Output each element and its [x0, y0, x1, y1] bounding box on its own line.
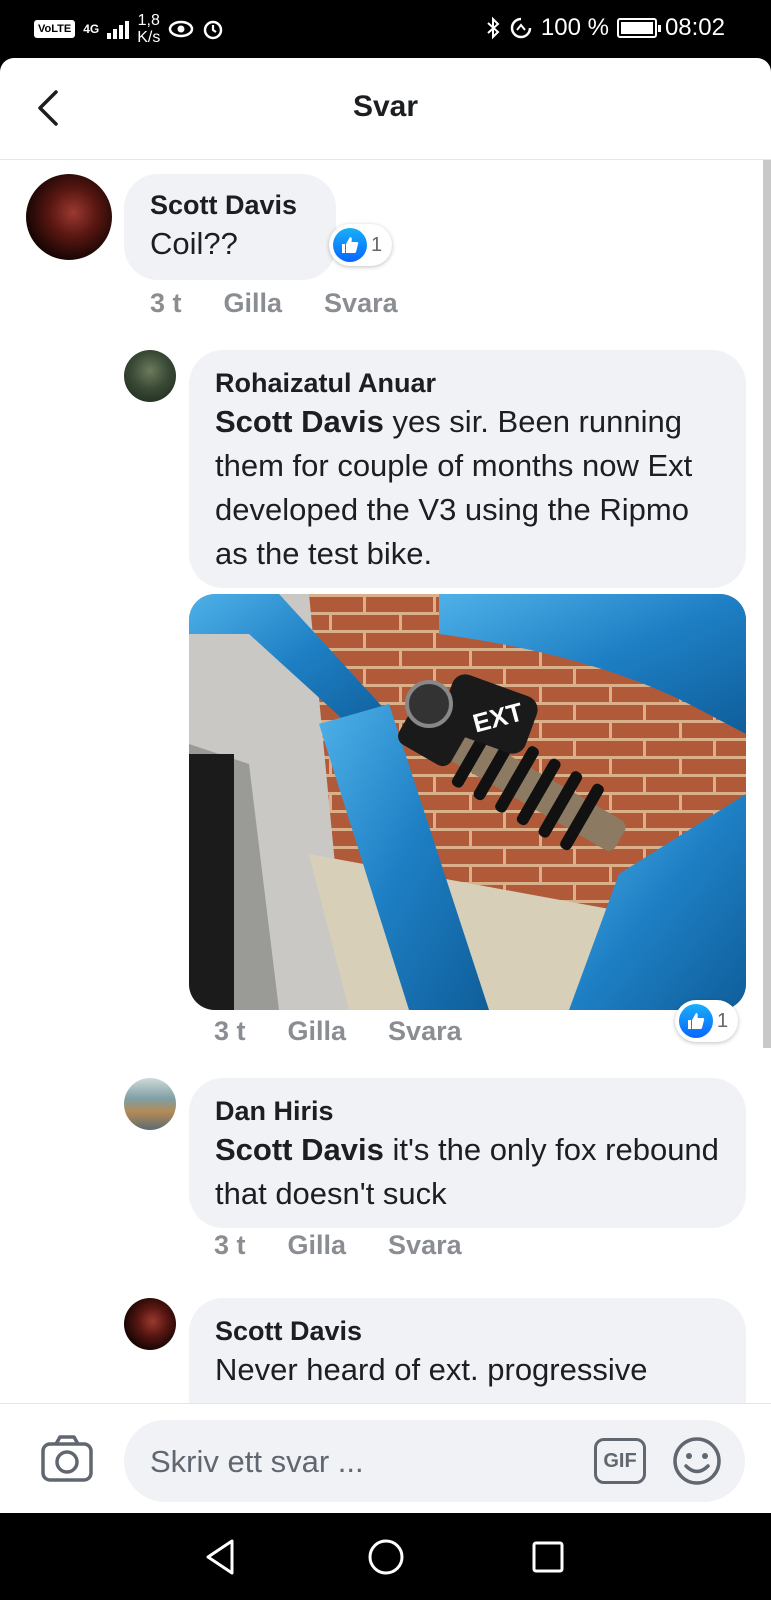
nav-back-icon[interactable]: [200, 1535, 244, 1579]
comment-actions: 3 t Gilla Svara: [150, 288, 398, 319]
speed-value: 1,8: [137, 12, 160, 29]
comment-author[interactable]: Dan Hiris: [215, 1094, 720, 1128]
reply-button[interactable]: Svara: [324, 288, 398, 319]
like-button[interactable]: Gilla: [288, 1230, 347, 1261]
smiley-icon[interactable]: [672, 1436, 722, 1486]
mention-link[interactable]: Scott Davis: [215, 1132, 384, 1167]
mention-link[interactable]: Scott Davis: [215, 404, 384, 439]
reply-button[interactable]: Svara: [388, 1016, 462, 1047]
comment-author[interactable]: Scott Davis: [150, 188, 310, 222]
alarm-icon: [204, 20, 223, 40]
reply-composer: GIF: [0, 1403, 771, 1513]
bike-shock-image: EXT: [189, 594, 746, 1010]
avatar[interactable]: [124, 350, 176, 402]
comment-actions: 3 t Gilla Svara: [214, 1230, 462, 1261]
comment-photo[interactable]: EXT: [189, 594, 746, 1010]
status-bar: VoLTE 4G 1,8 K/s 100 % 08:02: [0, 0, 771, 58]
comment-text: Coil??: [150, 226, 238, 261]
camera-icon[interactable]: [40, 1434, 94, 1484]
header: Svar: [0, 58, 771, 160]
avatar[interactable]: [124, 1298, 176, 1350]
network-type: 4G: [83, 22, 100, 36]
comment-author[interactable]: Scott Davis: [215, 1314, 720, 1348]
comment-text: Never heard of ext. progressive: [215, 1352, 648, 1387]
thumbs-up-icon: [333, 228, 367, 262]
avatar[interactable]: [26, 174, 112, 260]
comment-bubble[interactable]: Scott Davis Coil??: [124, 174, 336, 280]
status-right: 100 % 08:02: [485, 14, 725, 42]
avatar[interactable]: [124, 1078, 176, 1130]
comment-time: 3 t: [150, 288, 182, 318]
replies-screen: Svar Scott Davis Coil?? 1 3 t Gilla Svar…: [0, 58, 771, 1513]
nav-home-icon[interactable]: [364, 1535, 408, 1579]
page-title: Svar: [352, 90, 419, 123]
reaction-count: 1: [717, 1009, 729, 1032]
gif-button[interactable]: GIF: [594, 1438, 646, 1484]
like-button[interactable]: Gilla: [224, 288, 283, 319]
like-button[interactable]: Gilla: [288, 1016, 347, 1047]
comment-time: 3 t: [214, 1230, 246, 1260]
scrollbar[interactable]: [763, 160, 771, 1048]
reply-input-container[interactable]: GIF: [124, 1420, 745, 1502]
reaction-count: 1: [371, 233, 383, 256]
comment-actions: 3 t Gilla Svara: [214, 1016, 462, 1047]
volte-badge: VoLTE: [34, 20, 76, 38]
speed-unit: K/s: [137, 29, 161, 46]
comment-text: Scott Davis it's the only fox rebound th…: [215, 1128, 720, 1216]
system-nav-bar: [0, 1513, 771, 1600]
bluetooth-icon: [487, 16, 500, 40]
reply-button[interactable]: Svara: [388, 1230, 462, 1261]
clock: 08:02: [664, 14, 725, 41]
nav-recents-icon[interactable]: [526, 1535, 570, 1579]
thumbs-up-icon: [679, 1004, 713, 1038]
comment-bubble[interactable]: Dan Hiris Scott Davis it's the only fox …: [189, 1078, 746, 1228]
eye-icon: [169, 20, 194, 38]
comment-time: 3 t: [214, 1016, 246, 1046]
reply-input[interactable]: [150, 1444, 550, 1480]
signal-icon: [107, 19, 130, 39]
battery-icon: [616, 18, 661, 38]
data-saver-icon: [510, 17, 532, 39]
status-left: VoLTE 4G 1,8 K/s: [34, 12, 224, 46]
comment-author[interactable]: Rohaizatul Anuar: [215, 366, 720, 400]
comment-text: Scott Davis yes sir. Been running them f…: [215, 400, 720, 576]
reaction-badge[interactable]: 1: [675, 1000, 739, 1042]
battery-percent: 100 %: [540, 14, 609, 41]
comment-bubble[interactable]: Rohaizatul Anuar Scott Davis yes sir. Be…: [189, 350, 746, 588]
network-speed: 1,8 K/s: [137, 12, 160, 46]
reaction-badge[interactable]: 1: [329, 224, 393, 266]
